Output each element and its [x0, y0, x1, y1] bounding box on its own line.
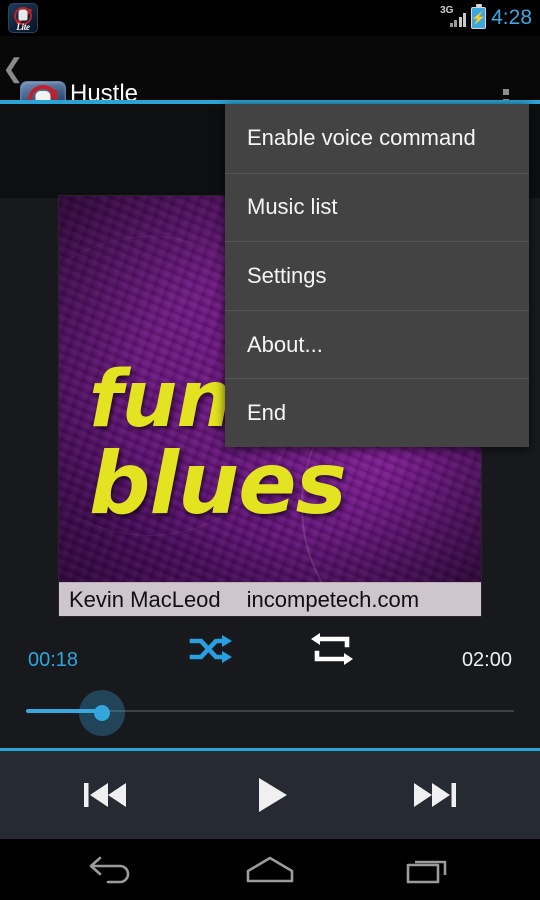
menu-item-music-list[interactable]: Music list [225, 172, 529, 242]
status-bar: Lite 3G ⚡ 4:28 [0, 0, 540, 36]
android-navigation-bar [0, 839, 540, 900]
menu-item-settings[interactable]: Settings [225, 241, 529, 310]
signal-bars-shape [449, 13, 467, 27]
overflow-popup-menu: Enable voice command Music list Settings… [225, 104, 529, 447]
menu-item-enable-voice-command[interactable]: Enable voice command [225, 104, 529, 173]
playback-mode-row [0, 629, 540, 669]
status-bar-right-cluster: 3G ⚡ 4:28 [440, 0, 532, 36]
lite-badge-label: Lite [16, 22, 30, 32]
repeat-icon[interactable] [308, 631, 356, 667]
nav-recent-apps-icon[interactable] [373, 847, 483, 892]
album-art-word-two: blues [89, 434, 347, 534]
action-bar: ❮ Lite Hustle Kevin MacLeod [0, 36, 540, 128]
album-art-credit-site: incompetech.com [246, 586, 420, 612]
menu-item-end[interactable]: End [225, 378, 529, 447]
status-bar-clock: 4:28 [491, 6, 532, 29]
total-time-label: 02:00 [461, 649, 512, 671]
back-chevron-icon[interactable]: ❮ [2, 54, 24, 82]
charging-bolt-glyph: ⚡ [471, 11, 487, 25]
skip-previous-icon[interactable] [62, 763, 148, 827]
album-art-credit-artist: Kevin MacLeod [69, 586, 221, 612]
album-art-word-one: fun [89, 355, 232, 445]
elapsed-time-label: 00:18 [28, 649, 79, 671]
transport-controls [0, 751, 540, 839]
album-art-credit-bar: Kevin MacLeod incompetech.com [59, 582, 481, 616]
palm-shape [18, 9, 28, 21]
skip-next-icon[interactable] [392, 763, 478, 827]
shuffle-icon[interactable] [186, 631, 234, 667]
seek-bar[interactable] [26, 690, 514, 736]
status-app-notification-icon: Lite [8, 3, 38, 33]
nav-back-icon[interactable] [57, 847, 167, 892]
android-music-player-screen: Lite 3G ⚡ 4:28 ❮ Lite Hustle Kevin [0, 0, 540, 900]
battery-charging-icon: ⚡ [471, 4, 487, 29]
nav-home-icon[interactable] [215, 847, 325, 892]
menu-item-about[interactable]: About... [225, 309, 529, 379]
seek-bar-thumb[interactable] [94, 705, 110, 721]
play-icon[interactable] [227, 763, 313, 827]
signal-bars-icon: 3G [440, 6, 467, 30]
